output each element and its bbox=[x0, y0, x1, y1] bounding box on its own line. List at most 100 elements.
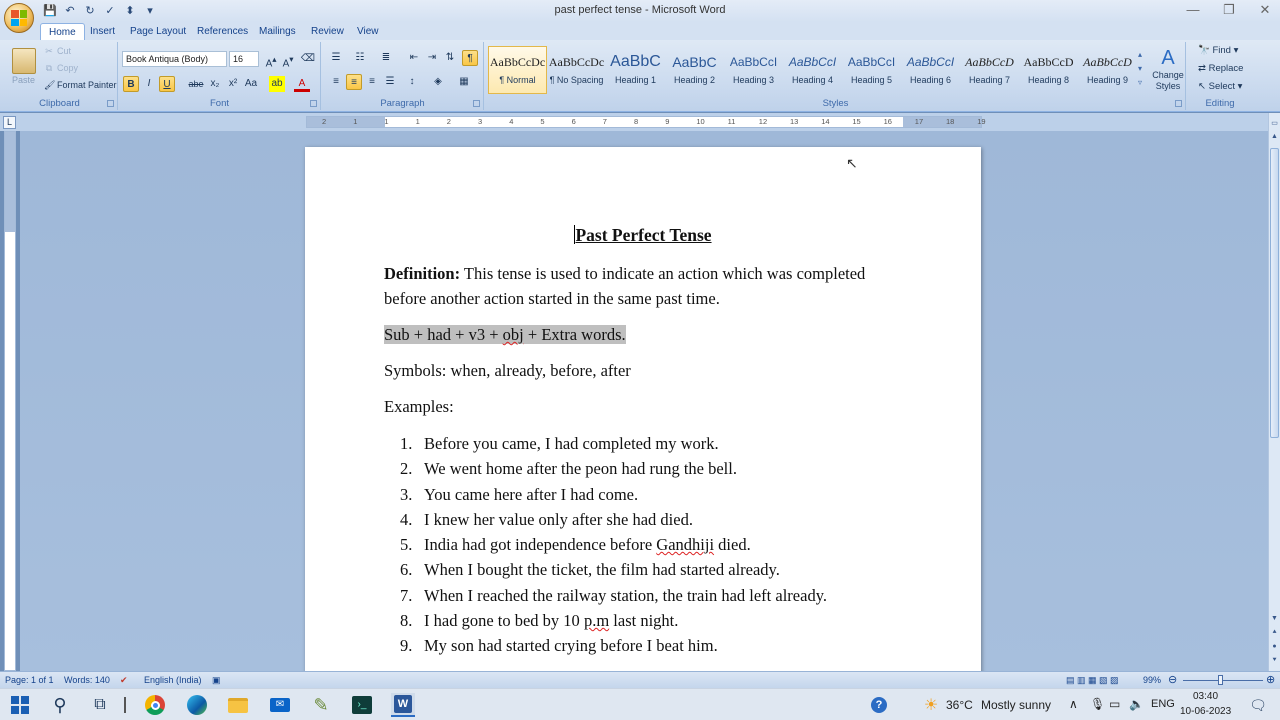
change-styles-button[interactable]: A Change Styles bbox=[1150, 46, 1186, 92]
document-title[interactable]: Past Perfect Tense bbox=[305, 225, 981, 246]
style-heading-7[interactable]: AaBbCcD Heading 7 bbox=[960, 46, 1019, 94]
increase-indent-icon[interactable]: ⇥ bbox=[424, 50, 440, 66]
numbering-icon[interactable]: ☷ bbox=[352, 50, 368, 66]
align-center-icon[interactable]: ≡ bbox=[346, 74, 362, 90]
list-item[interactable]: 9. My son had started crying before I bea… bbox=[400, 633, 880, 658]
ruler-toggle-icon[interactable]: ▭ bbox=[1269, 119, 1280, 129]
list-item[interactable]: 3. You came here after I had come. bbox=[400, 482, 880, 507]
clipboard-launcher-icon[interactable] bbox=[107, 100, 114, 107]
language-indicator[interactable]: English (India) bbox=[144, 675, 202, 685]
input-language[interactable]: ENG bbox=[1151, 698, 1175, 710]
windows-start-icon[interactable] bbox=[8, 693, 32, 717]
style-heading-5[interactable]: AaBbCcI Heading 5 bbox=[842, 46, 901, 94]
style-heading-3[interactable]: AaBbCcI Heading 3 bbox=[724, 46, 783, 94]
grow-font-icon[interactable]: A▴ bbox=[263, 51, 279, 69]
underline-button[interactable]: U bbox=[159, 76, 175, 92]
list-item[interactable]: 6. When I bought the ticket, the film had… bbox=[400, 557, 880, 582]
help-icon[interactable]: ? bbox=[867, 693, 891, 717]
list-item[interactable]: 7. When I reached the railway station, th… bbox=[400, 583, 880, 608]
superscript-button[interactable]: x² bbox=[225, 76, 241, 92]
scroll-up-icon[interactable]: ▲ bbox=[1269, 133, 1280, 143]
office-button[interactable] bbox=[4, 3, 34, 33]
shrink-font-icon[interactable]: A▾ bbox=[280, 51, 296, 69]
vertical-scrollbar[interactable]: ▭ ▲ ▼ ⯅ ● ⯆ bbox=[1268, 113, 1280, 671]
volume-icon[interactable]: 🔈 bbox=[1129, 697, 1144, 711]
shading-icon[interactable]: ◈ bbox=[430, 74, 446, 90]
examples-heading[interactable]: Examples: bbox=[384, 394, 904, 419]
tab-references[interactable]: References bbox=[189, 23, 256, 40]
vertical-ruler[interactable] bbox=[4, 131, 16, 671]
macro-record-icon[interactable]: ▣ bbox=[212, 675, 221, 686]
document-area[interactable]: Past Perfect Tense Definition: This tens… bbox=[20, 131, 1268, 671]
tray-overflow-icon[interactable]: ∧ bbox=[1069, 697, 1078, 711]
font-size-select[interactable]: 16 bbox=[229, 51, 259, 67]
notifications-icon[interactable]: 🗨 bbox=[1246, 693, 1270, 717]
styles-scroll-icon[interactable]: ▴ ▾ ▿ bbox=[1138, 48, 1148, 92]
italic-button[interactable]: I bbox=[141, 76, 157, 92]
document-page[interactable]: Past Perfect Tense Definition: This tens… bbox=[305, 147, 981, 671]
view-buttons-icon[interactable]: ▤ ▥ ▦ ▧ ▨ bbox=[1066, 675, 1119, 686]
clock-time[interactable]: 03:40 bbox=[1193, 691, 1218, 702]
file-explorer-icon[interactable] bbox=[226, 693, 250, 717]
bullets-icon[interactable]: ☰ bbox=[328, 50, 344, 66]
weather-temp[interactable]: 36°C bbox=[946, 698, 973, 712]
line-spacing-icon[interactable]: ↕ bbox=[404, 74, 420, 90]
change-case-button[interactable]: Aa bbox=[243, 76, 259, 92]
weather-desc[interactable]: Mostly sunny bbox=[981, 698, 1051, 712]
maximize-button[interactable]: ❐ bbox=[1222, 2, 1236, 18]
style-normal[interactable]: AaBbCcDc ¶ Normal bbox=[488, 46, 547, 94]
tab-insert[interactable]: Insert bbox=[82, 23, 123, 40]
style-heading-1[interactable]: AaBbC Heading 1 bbox=[606, 46, 665, 94]
style-heading-4[interactable]: AaBbCcI Heading 4 bbox=[783, 46, 842, 94]
format-painter-button[interactable]: 🖌 Format Painter bbox=[44, 80, 117, 91]
task-view-icon[interactable]: ⧉ bbox=[88, 693, 112, 717]
strikethrough-button[interactable]: abe bbox=[185, 76, 207, 92]
word-count[interactable]: Words: 140 bbox=[64, 675, 110, 685]
next-page-icon[interactable]: ⯆ bbox=[1269, 657, 1280, 667]
borders-icon[interactable]: ▦ bbox=[456, 74, 472, 90]
mail-icon[interactable]: ✉ bbox=[268, 693, 292, 717]
style-heading-2[interactable]: AaBbC Heading 2 bbox=[665, 46, 724, 94]
edge-icon[interactable] bbox=[185, 693, 209, 717]
subscript-button[interactable]: x₂ bbox=[207, 76, 223, 92]
list-item[interactable]: 8. I had gone to bed by 10 p.m last night… bbox=[400, 608, 880, 633]
word-app-icon[interactable]: W bbox=[391, 693, 415, 717]
terminal-app-icon[interactable]: ›_ bbox=[350, 693, 374, 717]
zoom-out-icon[interactable]: ⊖ bbox=[1168, 673, 1177, 686]
list-item[interactable]: 5. India had got independence before Gand… bbox=[400, 532, 880, 557]
page-count[interactable]: Page: 1 of 1 bbox=[5, 675, 54, 685]
select-browse-icon[interactable]: ● bbox=[1269, 643, 1280, 653]
zoom-in-icon[interactable]: ⊕ bbox=[1266, 673, 1275, 686]
scroll-down-icon[interactable]: ▼ bbox=[1269, 615, 1280, 625]
bold-button[interactable]: B bbox=[123, 76, 139, 92]
paste-button[interactable]: Paste bbox=[12, 75, 35, 85]
weather-sun-icon[interactable]: ☀ bbox=[919, 693, 943, 717]
scroll-thumb[interactable] bbox=[1270, 148, 1279, 438]
style-heading-9[interactable]: AaBbCcD Heading 9 bbox=[1078, 46, 1137, 94]
show-hide-icon[interactable]: ¶ bbox=[462, 50, 478, 66]
minimize-button[interactable]: — bbox=[1186, 2, 1200, 18]
clock-date[interactable]: 10-06-2023 bbox=[1180, 706, 1231, 717]
decrease-indent-icon[interactable]: ⇤ bbox=[406, 50, 422, 66]
list-item[interactable]: 4. I knew her value only after she had di… bbox=[400, 507, 880, 532]
prev-page-icon[interactable]: ⯅ bbox=[1269, 629, 1280, 639]
paste-icon[interactable] bbox=[12, 48, 36, 74]
align-left-icon[interactable]: ≡ bbox=[328, 74, 344, 90]
structure-paragraph[interactable]: Sub + had + v3 + obj + Extra words. bbox=[384, 322, 904, 347]
network-icon[interactable]: ▭ bbox=[1109, 697, 1120, 711]
tab-home[interactable]: Home bbox=[40, 23, 85, 40]
list-item[interactable]: 2. We went home after the peon had rung t… bbox=[400, 456, 880, 481]
close-button[interactable]: ✕ bbox=[1258, 2, 1272, 18]
tab-page-layout[interactable]: Page Layout bbox=[122, 23, 194, 40]
symbols-paragraph[interactable]: Symbols: when, already, before, after bbox=[384, 358, 904, 383]
clear-format-icon[interactable]: ⌫ bbox=[300, 51, 316, 67]
zoom-slider-thumb[interactable] bbox=[1218, 675, 1223, 685]
styles-launcher-icon[interactable] bbox=[1175, 100, 1182, 107]
style-heading-8[interactable]: AaBbCcD Heading 8 bbox=[1019, 46, 1078, 94]
chrome-icon[interactable] bbox=[143, 693, 167, 717]
sort-icon[interactable]: ⇅ bbox=[442, 50, 458, 66]
search-icon[interactable]: ⚲ bbox=[48, 693, 72, 717]
copy-button[interactable]: ⧉ Copy bbox=[44, 63, 78, 74]
zoom-level[interactable]: 99% bbox=[1143, 675, 1161, 685]
proofing-icon[interactable]: ✔ bbox=[120, 675, 128, 686]
